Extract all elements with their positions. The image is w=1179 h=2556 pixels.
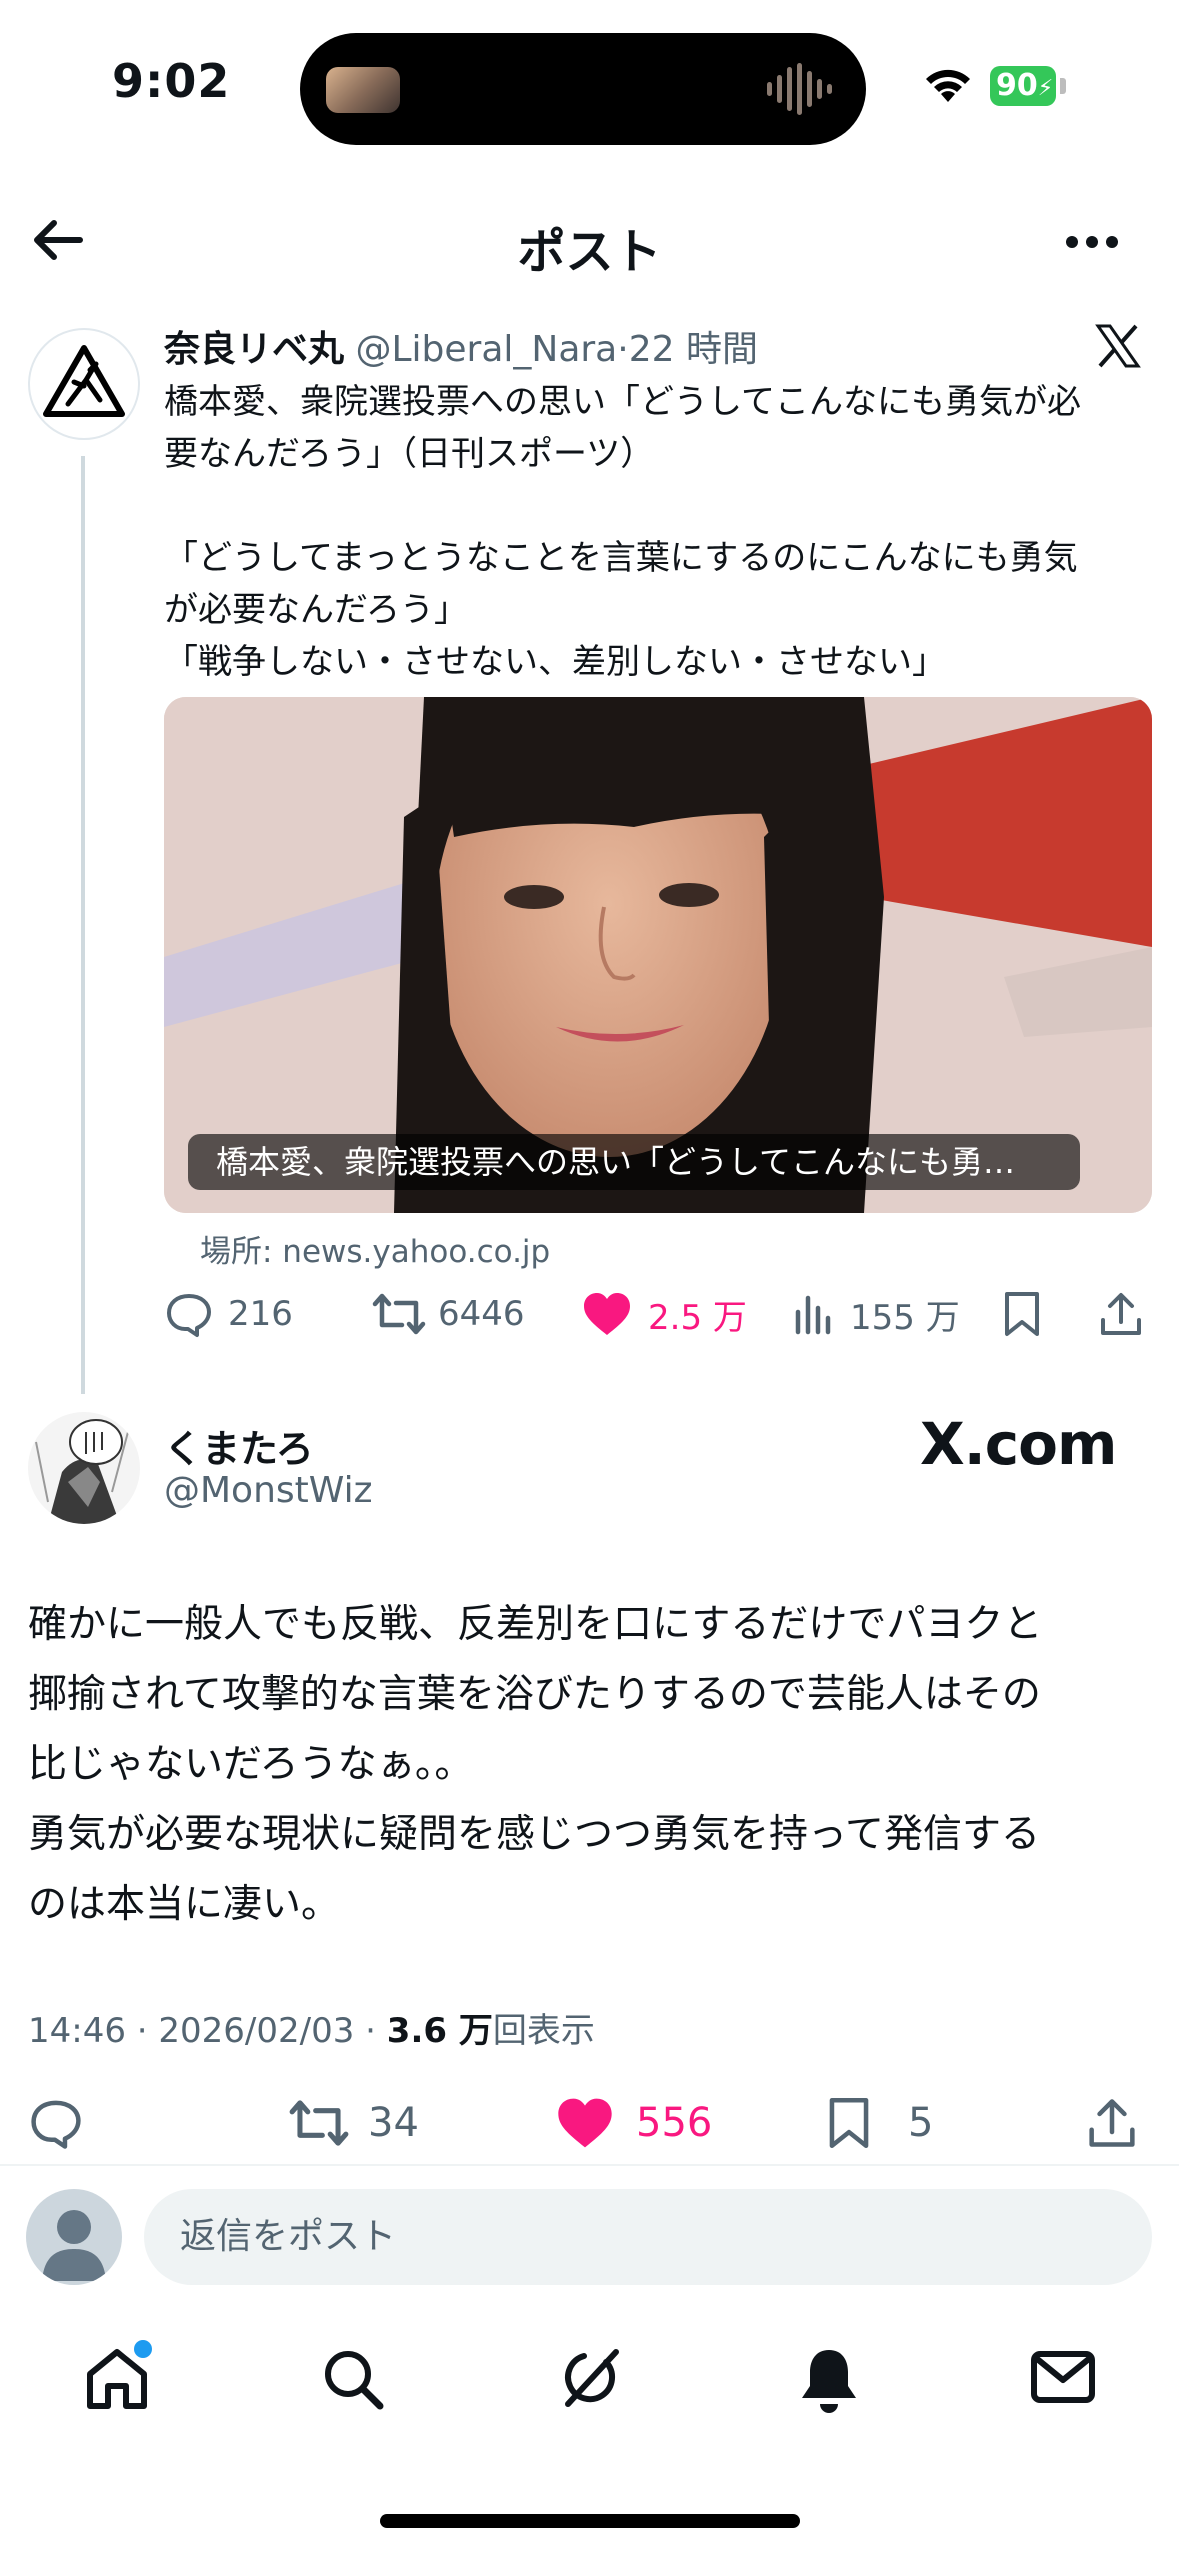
now-playing-artwork: [326, 67, 400, 113]
main-like-count: 556: [636, 2100, 713, 2146]
quoted-like-count: 2.5 万: [648, 1297, 747, 1338]
xcom-watermark: X.com: [920, 1410, 1117, 1478]
views-icon: [795, 1295, 831, 1335]
quoted-author-handle[interactable]: @Liberal_Nara: [355, 329, 617, 370]
quoted-share-action[interactable]: [1098, 1284, 1144, 1344]
share-icon: [1101, 1293, 1141, 1335]
page-title: ポスト: [517, 224, 662, 280]
home-indicator[interactable]: [380, 2514, 800, 2528]
quoted-reply-count: 216: [228, 1294, 293, 1334]
meta-separator: ·: [617, 329, 629, 370]
quoted-post-time: 22 時間: [628, 329, 758, 370]
quoted-post-header: 奈良リベ丸 @Liberal_Nara·22 時間: [164, 320, 758, 372]
main-repost-action[interactable]: 34: [288, 2088, 419, 2158]
avatar-current-user: [26, 2189, 122, 2285]
main-post-stats: 14:46 · 2026/02/03 · 3.6 万回表示: [28, 2003, 595, 2052]
reply-icon: [31, 2100, 81, 2149]
battery-level: 90: [996, 68, 1038, 103]
reply-icon: [167, 1294, 211, 1337]
battery-indicator: 90⚡: [990, 66, 1056, 106]
notifications-icon[interactable]: [794, 2344, 864, 2416]
main-bookmark-action[interactable]: 5: [824, 2088, 933, 2158]
grok-icon[interactable]: [554, 2344, 626, 2416]
bookmark-icon: [1005, 1292, 1039, 1336]
manga-avatar-image: [28, 1412, 140, 1524]
quoted-repost-action[interactable]: 6446: [372, 1284, 525, 1344]
warning-sign-icon: [43, 345, 125, 417]
avatar-main-author[interactable]: [28, 1412, 140, 1524]
main-share-action[interactable]: [1086, 2088, 1138, 2158]
like-icon: [584, 1293, 630, 1335]
battery-cap: [1060, 78, 1066, 94]
quoted-author-name[interactable]: 奈良リベ丸: [164, 329, 344, 370]
default-avatar-icon: [42, 2210, 106, 2281]
home-notification-dot: [134, 2340, 152, 2358]
thread-line: [81, 456, 85, 1394]
share-icon: [1089, 2099, 1135, 2147]
avatar-quoted-author[interactable]: [28, 328, 140, 440]
main-post-view-suffix: 回表示: [492, 2011, 595, 2051]
repost-icon: [289, 2100, 349, 2146]
divider: [0, 2164, 1179, 2166]
main-post-view-count[interactable]: 3.6 万: [387, 2011, 493, 2051]
main-post-timestamp: 14:46 · 2026/02/03 ·: [28, 2011, 387, 2051]
reply-input[interactable]: 返信をポスト: [144, 2189, 1152, 2285]
quoted-bookmark-action[interactable]: [1000, 1284, 1044, 1344]
link-card-caption[interactable]: 橋本愛、衆院選投票への思い「どうしてこんなにも勇…: [188, 1134, 1080, 1190]
main-author-name[interactable]: くまたろ: [164, 1418, 314, 1473]
quoted-post-text: 橋本愛、衆院選投票への思い「どうしてこんなにも勇気が必 要なんだろう」（日刊スポ…: [164, 382, 1081, 682]
main-like-action[interactable]: 556: [556, 2088, 712, 2158]
main-reply-action[interactable]: [28, 2088, 84, 2158]
audio-waveform-icon: [767, 63, 832, 115]
quoted-views-action[interactable]: 155 万: [792, 1284, 960, 1344]
quoted-reply-action[interactable]: 216: [164, 1284, 293, 1344]
messages-icon[interactable]: [1028, 2344, 1098, 2410]
quoted-views-count: 155 万: [850, 1297, 960, 1338]
search-icon[interactable]: [318, 2344, 388, 2414]
main-repost-count: 34: [368, 2100, 419, 2146]
x-logo-icon: [1095, 324, 1141, 368]
main-post-text: 確かに一般人でも反戦、反差別を口にするだけでパヨクと 揶揄されて攻撃的な言葉を浴…: [28, 1602, 1043, 1927]
quoted-repost-count: 6446: [438, 1294, 525, 1334]
more-icon[interactable]: [1062, 228, 1122, 256]
link-card-source[interactable]: 場所: news.yahoo.co.jp: [200, 1226, 550, 1271]
status-time: 9:02: [112, 54, 231, 108]
repost-icon: [372, 1293, 426, 1335]
quoted-like-action[interactable]: 2.5 万: [582, 1284, 747, 1344]
dynamic-island: [300, 33, 866, 145]
like-icon: [558, 2098, 612, 2148]
main-author-handle[interactable]: @MonstWiz: [164, 1470, 372, 1511]
wifi-icon: [926, 69, 970, 102]
bookmark-icon: [829, 2097, 869, 2148]
main-bookmark-count: 5: [908, 2100, 934, 2146]
